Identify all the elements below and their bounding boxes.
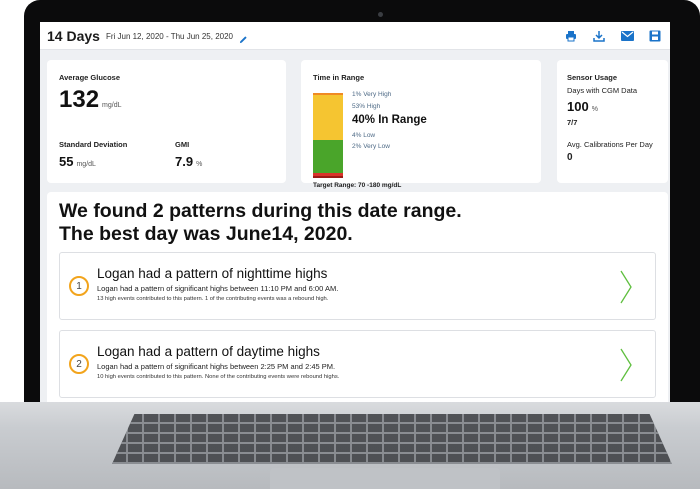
app-screen: 14 Days Fri Jun 12, 2020 - Thu Jun 25, 2…: [40, 22, 670, 402]
tir-high: 53% High: [352, 103, 381, 110]
tir-segment-very-low: [313, 176, 343, 179]
days-cgm-fraction: 7/7: [567, 118, 578, 127]
tir-segment-high: [313, 95, 343, 140]
toolbar: [564, 29, 662, 43]
pattern-title: Logan had a pattern of daytime highs: [97, 344, 320, 359]
report-header: 14 Days Fri Jun 12, 2020 - Thu Jun 25, 2…: [40, 22, 670, 50]
days-cgm-label: Days with CGM Data: [567, 86, 638, 95]
pattern-number-badge: 2: [69, 354, 89, 374]
print-icon[interactable]: [564, 29, 578, 43]
days-cgm-value-row: 100%: [567, 99, 598, 114]
tir-low: 4% Low: [352, 132, 376, 139]
chevron-right-icon[interactable]: [619, 269, 633, 305]
patterns-headline-line1: We found 2 patterns during this date ran…: [59, 200, 462, 222]
avg-calibrations-label: Avg. Calibrations Per Day: [567, 140, 653, 149]
target-range: Target Range: 70 -180 mg/dL: [313, 182, 402, 189]
date-range: Fri Jun 12, 2020 - Thu Jun 25, 2020: [105, 32, 233, 41]
pattern-item-daytime-highs[interactable]: 2 Logan had a pattern of daytime highs L…: [59, 330, 656, 398]
pattern-note: 13 high events contributed to this patte…: [97, 296, 329, 302]
email-icon[interactable]: [620, 29, 634, 43]
tir-very-high: 1% Very High: [352, 91, 392, 98]
camera-icon: [378, 12, 383, 17]
pattern-note: 10 high events contributed to this patte…: [97, 374, 340, 380]
pattern-description: Logan had a pattern of significant highs…: [97, 284, 339, 293]
pattern-description: Logan had a pattern of significant highs…: [97, 362, 336, 371]
tir-in-range: 40% In Range: [352, 114, 427, 126]
pattern-number-badge: 1: [69, 276, 89, 296]
average-glucose-card: Average Glucose 132 mg/dL Standard Deviat…: [47, 60, 286, 183]
std-dev-value: 55: [59, 154, 74, 169]
avg-glucose-value: 132: [59, 86, 100, 113]
edit-date-range-icon[interactable]: [239, 31, 248, 44]
sensor-usage-card: Sensor Usage Days with CGM Data 100% 7/7…: [557, 60, 668, 183]
avg-glucose-value-row: 132 mg/dL: [59, 86, 122, 114]
keyboard-rows: [112, 414, 672, 464]
download-icon[interactable]: [592, 29, 606, 43]
pattern-item-nighttime-highs[interactable]: 1 Logan had a pattern of nighttime highs…: [59, 252, 656, 320]
laptop-mockup: 14 Days Fri Jun 12, 2020 - Thu Jun 25, 2…: [0, 0, 700, 489]
std-dev-value-row: 55 mg/dL: [59, 154, 96, 169]
gmi-value: 7.9: [175, 154, 194, 169]
tir-stacked-bar: [313, 93, 343, 179]
page-title: 14 Days: [47, 27, 100, 44]
gmi-value-row: 7.9%: [175, 154, 202, 169]
days-cgm-value: 100: [567, 99, 589, 114]
patterns-panel: We found 2 patterns during this date ran…: [47, 192, 668, 402]
sensor-usage-label: Sensor Usage: [567, 73, 618, 82]
std-dev-label: Standard Deviation: [59, 140, 128, 149]
save-icon[interactable]: [648, 29, 662, 43]
trackpad: [270, 468, 500, 489]
gmi-unit: %: [196, 161, 203, 168]
avg-calibrations-value: 0: [567, 152, 573, 163]
patterns-headline: We found 2 patterns during this date ran…: [59, 200, 659, 246]
avg-glucose-unit: mg/dL: [102, 102, 122, 109]
patterns-headline-line2: The best day was June14, 2020.: [59, 223, 353, 245]
std-dev-unit: mg/dL: [76, 161, 96, 168]
time-in-range-card: Time in Range 1% Very High 53% High 40% …: [301, 60, 541, 189]
avg-glucose-label: Average Glucose: [59, 73, 120, 82]
gmi-label: GMI: [175, 140, 190, 149]
tir-very-low: 2% Very Low: [352, 143, 390, 150]
chevron-right-icon[interactable]: [619, 347, 633, 383]
days-cgm-unit: %: [591, 106, 598, 113]
pattern-title: Logan had a pattern of nighttime highs: [97, 266, 328, 281]
tir-label: Time in Range: [313, 73, 365, 82]
tir-segment-in-range: [313, 139, 343, 174]
